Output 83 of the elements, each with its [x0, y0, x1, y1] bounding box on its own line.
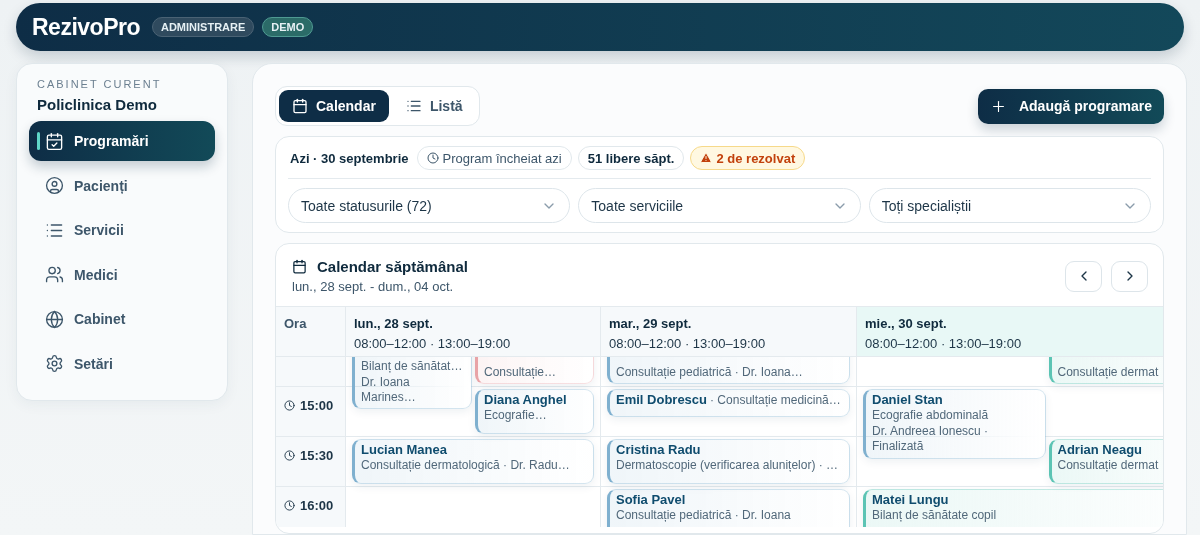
clock-icon [284, 450, 295, 461]
clock-icon [284, 400, 295, 411]
patient-name: Matei Lungu [872, 492, 950, 507]
nav-item[interactable]: Setări [29, 343, 215, 384]
appointment-detail: Consultație pediatrică · Dr. Ioana [616, 508, 792, 523]
patient-name: Sofia Pavel [616, 492, 687, 507]
appointment-card[interactable]: Diana Anghel Ecografie… [475, 389, 594, 434]
appointment-card[interactable]: Consultație… [475, 357, 594, 384]
warning-icon [700, 152, 713, 164]
appointment-detail: Dermatoscopie (verificarea alunițelor) · … [616, 458, 840, 473]
nav-icon [45, 354, 64, 373]
patient-name: Emil Dobrescu [616, 392, 708, 407]
appointment-detail: · Consultație medicină… [710, 393, 841, 408]
nav-item[interactable]: Cabinet [29, 299, 215, 339]
view-tab[interactable]: Listă [392, 90, 476, 122]
calendar-icon [292, 259, 307, 274]
status-chip: 2 de rezolvat [690, 146, 806, 170]
view-tab[interactable]: Calendar [279, 90, 389, 122]
badge: DEMO [262, 17, 314, 37]
filter-dropdown[interactable]: Toate statusurile (72) [288, 188, 571, 223]
appointment-detail: Consultație dermat [1057, 365, 1160, 380]
working-hours: 08:00–12:00 · 13:00–19:00 [865, 336, 1023, 351]
patient-name: Cristina Radu [616, 442, 702, 457]
next-week-button[interactable] [1111, 260, 1148, 292]
status-chip: 51 libere săpt. [577, 146, 685, 170]
column-title: Ora [284, 316, 308, 331]
patient-name: Diana Anghel [484, 392, 568, 407]
nav-item[interactable]: Servicii [29, 210, 215, 250]
logo: RezivoPro [32, 13, 140, 41]
active-indicator [37, 132, 40, 150]
working-hours: 08:00–12:00 · 13:00–19:00 [354, 336, 512, 351]
appointment-detail: Consultație dermat [1057, 458, 1160, 473]
patient-name: Adrian Neagu [1057, 442, 1143, 457]
nav-icon [45, 309, 64, 329]
appointment-card[interactable]: Adrian Neagu Consultație dermat [1048, 439, 1163, 484]
calendar-title: Calendar săptămânal [317, 258, 468, 275]
appointment-detail: Ecografie abdominală [872, 408, 990, 423]
nav-icon [45, 131, 64, 151]
appointment-card[interactable]: Matei Lungu Bilanț de sănătate copil [863, 489, 1163, 527]
nav-item[interactable]: Programări [29, 121, 215, 161]
appointment-detail: Bilanț de sănătat… [361, 359, 464, 374]
filter-dropdown[interactable]: Toți specialiștii [868, 188, 1151, 223]
date-range: lun., 28 sept. - dum., 04 oct. [292, 279, 455, 294]
day-label: mie., 30 sept. [865, 316, 948, 331]
filter-dropdown[interactable]: Toate serviciile [578, 188, 861, 223]
add-appointment-button[interactable]: Adaugă programare [977, 88, 1164, 124]
appointment-detail: Consultație pediatrică · Dr. Ioana… [616, 365, 804, 380]
previous-week-button[interactable] [1065, 260, 1102, 292]
today-label: Azi · 30 septembrie [290, 150, 409, 166]
appointment-detail: Consultație… [484, 365, 558, 380]
appointment-card[interactable]: Sofia Pavel Consultație pediatrică · Dr. Ioana [607, 489, 850, 527]
working-hours: 08:00–12:00 · 13:00–19:00 [609, 336, 767, 351]
nav-item[interactable]: Medici [29, 254, 215, 295]
appointment-card[interactable]: Consultație dermat [1048, 357, 1163, 384]
section-caption: CABINET CURENT [36, 78, 163, 90]
time-label: 15:00 [284, 398, 334, 413]
appointment-card[interactable]: Lucian Manea Consultație dermatologică · Dr. Radu… [352, 439, 594, 484]
appointment-card[interactable]: Consultație pediatrică · Dr. Ioana… [607, 357, 850, 384]
clock-icon [426, 152, 439, 164]
appointment-card[interactable]: Emil Dobrescu · Consultație medicină… [607, 389, 850, 417]
appointment-card[interactable]: Cristina Radu Dermatoscopie (verificarea alunițelor) · … [607, 439, 850, 484]
appointment-detail: Dr. Ioana Marines… [361, 375, 417, 405]
appointment-card[interactable]: Bilanț de sănătat… Dr. Ioana Marines… [352, 357, 472, 409]
badge: ADMINISTRARE [152, 17, 255, 37]
list-icon [405, 98, 422, 114]
nav-icon [45, 176, 64, 195]
appointment-detail: Dr. Andreea Ionescu · Finalizată [872, 424, 990, 454]
time-label: 15:30 [284, 448, 334, 463]
appointment-card[interactable]: Daniel Stan Ecografie abdominală Dr. Andreea Ionescu · Finalizată [863, 389, 1046, 459]
clock-icon [284, 500, 295, 511]
patient-name: Lucian Manea [361, 442, 448, 457]
day-label: mar., 29 sept. [609, 316, 693, 331]
time-label: 16:00 [284, 498, 334, 513]
appointment-detail: Bilanț de sănătate copil [872, 508, 998, 523]
appointment-detail: Consultație dermatologică · Dr. Radu… [361, 458, 571, 473]
status-chip: Program încheiat azi [416, 146, 572, 170]
clinic-name: Policlinica Demo [36, 95, 159, 115]
calendar-icon [292, 98, 308, 114]
nav-icon [45, 265, 64, 284]
appointment-detail: Ecografie… [484, 408, 548, 423]
nav-item[interactable]: Pacienți [29, 165, 215, 206]
day-label: lun., 28 sept. [354, 316, 434, 331]
patient-name: Daniel Stan [872, 392, 944, 407]
